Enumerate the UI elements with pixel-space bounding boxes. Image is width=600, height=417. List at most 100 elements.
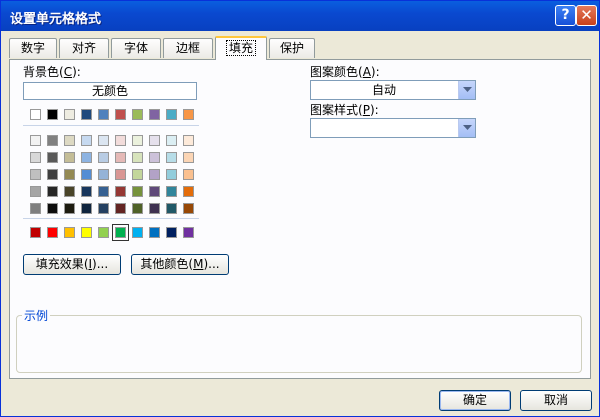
color-swatch[interactable]	[47, 109, 58, 120]
color-swatch[interactable]	[183, 135, 194, 146]
color-swatch[interactable]	[47, 186, 58, 197]
dropdown-button[interactable]	[458, 81, 475, 99]
color-swatch[interactable]	[183, 169, 194, 180]
color-swatch[interactable]	[98, 227, 109, 238]
close-icon: ✕	[580, 6, 593, 24]
tab-label: 字体	[123, 41, 148, 55]
color-swatch[interactable]	[166, 186, 177, 197]
tab-label: 对齐	[71, 41, 96, 55]
color-swatch[interactable]	[149, 169, 160, 180]
color-swatch[interactable]	[47, 135, 58, 146]
color-swatch[interactable]	[98, 186, 109, 197]
ok-button[interactable]: 确定	[439, 390, 511, 411]
color-swatch[interactable]	[132, 203, 143, 214]
pattern-color-select[interactable]: 自动	[310, 80, 476, 100]
color-swatch[interactable]	[132, 227, 143, 238]
more-colors-button[interactable]: 其他颜色(M)...	[131, 254, 229, 275]
color-swatch[interactable]	[64, 203, 75, 214]
color-swatch[interactable]	[166, 152, 177, 163]
title-bar[interactable]: 设置单元格格式 ? ✕	[1, 1, 599, 31]
color-swatch[interactable]	[112, 224, 129, 241]
tab-number[interactable]: 数字	[9, 38, 57, 58]
color-swatch[interactable]	[115, 203, 126, 214]
cancel-button[interactable]: 取消	[520, 390, 592, 411]
color-swatch[interactable]	[132, 186, 143, 197]
color-swatch[interactable]	[30, 186, 41, 197]
color-swatch[interactable]	[64, 227, 75, 238]
color-swatch[interactable]	[183, 227, 194, 238]
color-swatch[interactable]	[30, 169, 41, 180]
color-swatch[interactable]	[166, 227, 177, 238]
tab-alignment[interactable]: 对齐	[59, 38, 109, 58]
color-swatch[interactable]	[98, 169, 109, 180]
color-swatch[interactable]	[64, 186, 75, 197]
color-swatch[interactable]	[64, 152, 75, 163]
color-swatch[interactable]	[115, 109, 126, 120]
color-swatch[interactable]	[81, 186, 92, 197]
no-color-button[interactable]: 无颜色	[23, 82, 197, 100]
color-swatch[interactable]	[115, 169, 126, 180]
separator	[23, 218, 199, 219]
color-swatch[interactable]	[183, 186, 194, 197]
color-swatch[interactable]	[81, 135, 92, 146]
color-swatch[interactable]	[30, 109, 41, 120]
color-swatch[interactable]	[47, 169, 58, 180]
color-swatch[interactable]	[149, 186, 160, 197]
color-swatch[interactable]	[81, 227, 92, 238]
pattern-style-label: 图案样式(P):	[310, 103, 379, 117]
color-swatch[interactable]	[81, 152, 92, 163]
color-swatch[interactable]	[166, 135, 177, 146]
color-swatch[interactable]	[98, 203, 109, 214]
color-swatch[interactable]	[81, 169, 92, 180]
color-swatch[interactable]	[81, 203, 92, 214]
color-swatch[interactable]	[115, 186, 126, 197]
tab-fill[interactable]: 填充	[215, 36, 267, 60]
color-swatch[interactable]	[30, 203, 41, 214]
color-swatch[interactable]	[183, 152, 194, 163]
color-swatch[interactable]	[115, 152, 126, 163]
color-swatch[interactable]	[149, 135, 160, 146]
sample-preview	[16, 315, 582, 373]
tab-protection[interactable]: 保护	[269, 38, 315, 58]
color-swatch[interactable]	[166, 169, 177, 180]
color-swatch[interactable]	[64, 169, 75, 180]
help-button[interactable]: ?	[555, 5, 576, 26]
color-swatch[interactable]	[64, 135, 75, 146]
close-button[interactable]: ✕	[576, 5, 597, 26]
dialog-title: 设置单元格格式	[10, 12, 102, 27]
color-swatch[interactable]	[115, 135, 126, 146]
color-swatch[interactable]	[30, 227, 41, 238]
color-swatch[interactable]	[47, 227, 58, 238]
background-color-label: 背景色(C):	[23, 65, 81, 79]
color-swatch[interactable]	[149, 227, 160, 238]
color-swatch[interactable]	[98, 135, 109, 146]
color-swatch[interactable]	[64, 109, 75, 120]
separator	[23, 125, 199, 126]
color-swatch[interactable]	[183, 109, 194, 120]
color-swatch[interactable]	[149, 152, 160, 163]
color-swatch[interactable]	[166, 203, 177, 214]
color-swatch[interactable]	[183, 203, 194, 214]
tab-font[interactable]: 字体	[111, 38, 161, 58]
tab-label: 边框	[175, 41, 200, 55]
tab-border[interactable]: 边框	[163, 38, 213, 58]
color-swatch[interactable]	[47, 203, 58, 214]
color-swatch[interactable]	[98, 152, 109, 163]
color-swatch[interactable]	[149, 203, 160, 214]
pattern-color-value: 自动	[371, 83, 396, 97]
color-swatch[interactable]	[166, 109, 177, 120]
color-swatch[interactable]	[98, 109, 109, 120]
color-swatch[interactable]	[149, 109, 160, 120]
color-swatch[interactable]	[132, 135, 143, 146]
pattern-style-select[interactable]	[310, 118, 476, 138]
color-swatch[interactable]	[132, 152, 143, 163]
color-swatch[interactable]	[47, 152, 58, 163]
color-swatch[interactable]	[30, 152, 41, 163]
tab-label: 数字	[20, 41, 45, 55]
fill-effects-button[interactable]: 填充效果(I)...	[23, 254, 121, 275]
color-swatch[interactable]	[30, 135, 41, 146]
color-swatch[interactable]	[132, 169, 143, 180]
color-swatch[interactable]	[81, 109, 92, 120]
dropdown-button[interactable]	[458, 119, 475, 137]
color-swatch[interactable]	[132, 109, 143, 120]
